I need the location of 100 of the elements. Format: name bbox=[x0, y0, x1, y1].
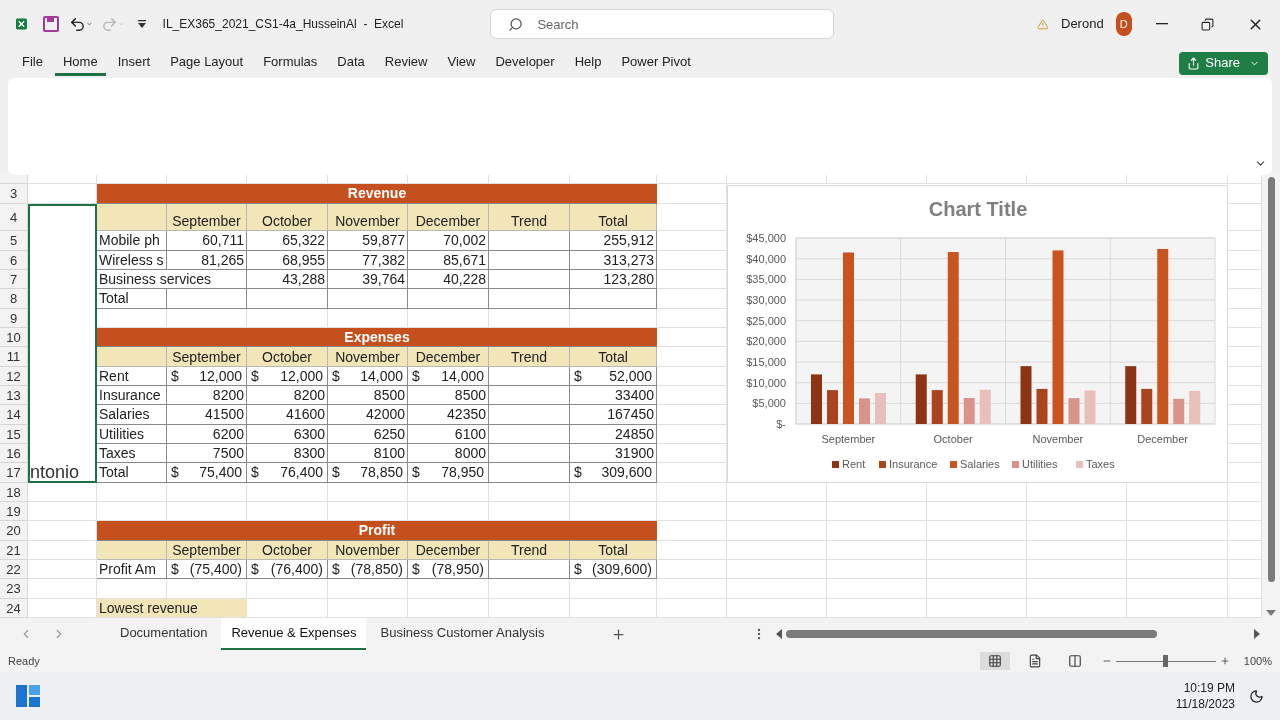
zoom-in-icon[interactable] bbox=[1219, 656, 1230, 666]
column-header bbox=[97, 204, 167, 231]
row-header[interactable]: 15 bbox=[0, 425, 28, 444]
scroll-right-icon[interactable] bbox=[1254, 629, 1260, 639]
ribbon-tab[interactable]: Data bbox=[329, 50, 373, 76]
row-header[interactable]: 5 bbox=[0, 231, 28, 251]
grid-cell[interactable] bbox=[328, 289, 408, 309]
minimize-icon bbox=[1156, 23, 1168, 25]
scroll-left-icon[interactable] bbox=[775, 629, 782, 639]
row-header[interactable]: 6 bbox=[0, 251, 28, 270]
clock-date[interactable]: 11/18/2023 bbox=[1175, 696, 1235, 712]
row-header[interactable]: 3 bbox=[0, 184, 28, 204]
table-cell: Profit Am bbox=[97, 560, 167, 579]
ribbon-tab[interactable]: Power Pivot bbox=[613, 50, 699, 76]
row-header[interactable] bbox=[0, 175, 28, 184]
grid-cell[interactable] bbox=[570, 289, 657, 309]
row-header[interactable]: 11 bbox=[0, 347, 28, 367]
ribbon-tab[interactable]: File bbox=[14, 50, 51, 76]
scrollbar-thumb[interactable] bbox=[785, 630, 1158, 638]
sheet-tab[interactable]: Documentation bbox=[110, 618, 218, 650]
search-field[interactable]: Search bbox=[490, 9, 835, 39]
chart-area[interactable]: Chart Title $- $5,000 $10,000 $15,000 $20,000 $25,000 $30,000 $35,000 $40,000 $45,000 September October November December Rent Insurance Salaries Utilities Taxes bbox=[727, 185, 1228, 483]
grid-cell[interactable] bbox=[489, 251, 570, 270]
vertical-scrollbar[interactable] bbox=[1262, 175, 1280, 618]
grid-cell[interactable] bbox=[489, 405, 570, 425]
user-name[interactable]: Derond bbox=[1061, 14, 1104, 34]
grid-cell[interactable] bbox=[489, 289, 570, 309]
row-header[interactable]: 14 bbox=[0, 405, 28, 425]
grid-cell[interactable] bbox=[408, 289, 489, 309]
sheet-tab[interactable]: Business Customer Analysis bbox=[370, 618, 555, 650]
table-cell: 6100 bbox=[408, 425, 489, 444]
row-header[interactable]: 18 bbox=[0, 483, 28, 502]
grid-cell[interactable] bbox=[167, 289, 247, 309]
selected-cell[interactable]: ntonio bbox=[28, 463, 97, 483]
grid-cell[interactable] bbox=[489, 444, 570, 463]
clock-time[interactable]: 10:19 PM bbox=[1183, 680, 1235, 696]
selected-cell[interactable] bbox=[28, 386, 97, 405]
customize-toolbar-button[interactable] bbox=[136, 19, 147, 29]
row-header[interactable]: 13 bbox=[0, 386, 28, 405]
selected-cell[interactable] bbox=[28, 270, 97, 289]
grid-cell[interactable] bbox=[489, 463, 570, 483]
ribbon-tab[interactable]: Formulas bbox=[255, 50, 326, 76]
ribbon-tab[interactable]: Help bbox=[566, 50, 610, 76]
row-header[interactable]: 9 bbox=[0, 309, 28, 328]
axis-label: September bbox=[821, 433, 876, 445]
sheet-tab[interactable]: Revenue & Expenses bbox=[221, 618, 367, 650]
selected-cell[interactable] bbox=[28, 405, 97, 425]
avatar[interactable]: D bbox=[1115, 12, 1132, 36]
row-header[interactable]: 22 bbox=[0, 560, 28, 579]
row-header[interactable]: 23 bbox=[0, 579, 28, 599]
scrollbar-thumb[interactable] bbox=[1267, 177, 1275, 582]
chart-title: Chart Title bbox=[928, 198, 1028, 220]
grid-cell[interactable] bbox=[489, 231, 570, 251]
grid-cell[interactable] bbox=[489, 560, 570, 579]
grid-cell[interactable] bbox=[489, 386, 570, 405]
columns-icon bbox=[1067, 654, 1082, 668]
table-cell: 24850 bbox=[570, 425, 657, 444]
table-cell: $ (309,600) bbox=[570, 560, 657, 579]
grid-cell[interactable] bbox=[247, 289, 328, 309]
ribbon-tab[interactable]: Insert bbox=[109, 50, 159, 76]
selected-cell[interactable] bbox=[28, 367, 97, 386]
row-header[interactable]: 19 bbox=[0, 502, 28, 521]
bar bbox=[1084, 390, 1096, 424]
row-header[interactable]: 8 bbox=[0, 289, 28, 309]
selected-cell[interactable] bbox=[28, 425, 97, 444]
restore-button[interactable] bbox=[1201, 17, 1214, 31]
selected-cell[interactable] bbox=[28, 251, 97, 270]
selected-cell[interactable] bbox=[28, 444, 97, 463]
ribbon-tab[interactable]: Review bbox=[376, 50, 436, 76]
share-button[interactable]: Share bbox=[1179, 51, 1268, 75]
table-cell: 7500 bbox=[167, 444, 247, 463]
row-header[interactable]: 16 bbox=[0, 444, 28, 463]
page-icon bbox=[1027, 654, 1042, 668]
moon-icon[interactable] bbox=[1249, 688, 1264, 704]
row-header[interactable]: 4 bbox=[0, 204, 28, 231]
row-header[interactable]: 17 bbox=[0, 463, 28, 483]
table-title: Profit bbox=[97, 521, 657, 541]
row-header[interactable]: 7 bbox=[0, 270, 28, 289]
row-header[interactable]: 20 bbox=[0, 521, 28, 541]
save-button[interactable] bbox=[42, 16, 59, 32]
selected-cell[interactable] bbox=[28, 289, 97, 309]
row-header[interactable]: 24 bbox=[0, 599, 28, 618]
undo-button[interactable] bbox=[68, 15, 86, 33]
selected-cell[interactable] bbox=[28, 231, 97, 251]
grid-cell[interactable] bbox=[489, 367, 570, 386]
add-sheet-icon[interactable] bbox=[610, 626, 626, 642]
row-header[interactable]: 12 bbox=[0, 367, 28, 386]
grid-cell[interactable] bbox=[489, 270, 570, 289]
view-button[interactable] bbox=[979, 652, 1010, 670]
column-header: October bbox=[247, 347, 328, 367]
start-icon[interactable] bbox=[16, 685, 40, 707]
zoom-slider-thumb[interactable] bbox=[1162, 655, 1168, 667]
zoom-level[interactable]: 100% bbox=[1243, 652, 1272, 670]
row-header[interactable]: 10 bbox=[0, 328, 28, 347]
ribbon-tab[interactable]: View bbox=[439, 50, 484, 76]
ribbon-tab[interactable]: Developer bbox=[487, 50, 563, 76]
selected-cell[interactable] bbox=[28, 309, 97, 328]
ribbon-tab[interactable]: Page Layout bbox=[162, 50, 252, 76]
grid-cell[interactable] bbox=[489, 425, 570, 444]
row-header[interactable]: 21 bbox=[0, 541, 28, 560]
